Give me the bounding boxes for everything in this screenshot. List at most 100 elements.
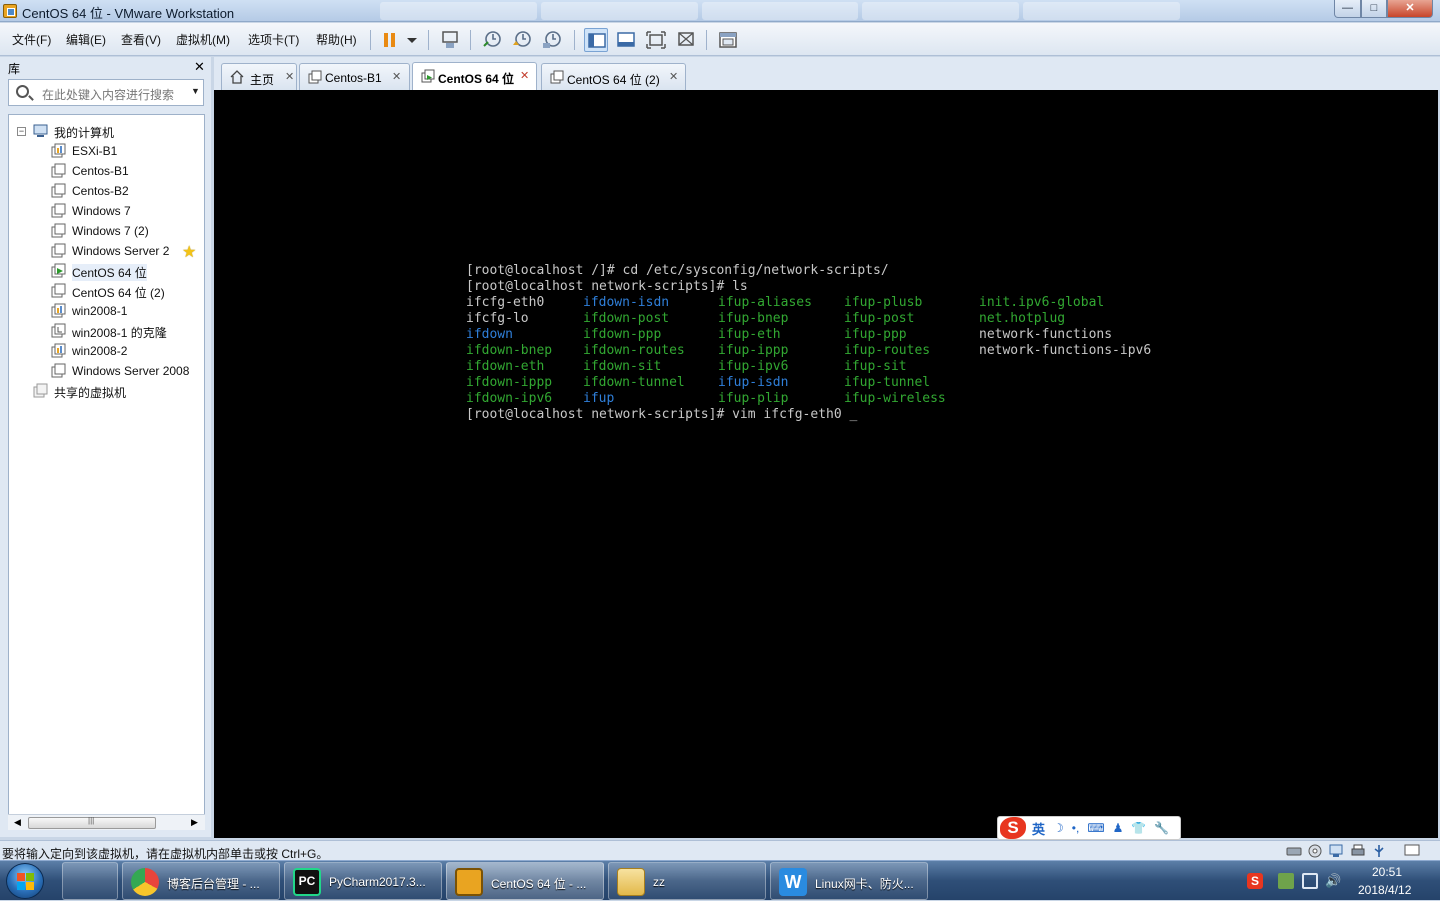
show-library-icon[interactable] [584,28,608,52]
tree-item[interactable]: Windows Server 2008 [9,361,204,381]
tab-close-icon[interactable]: ✕ [669,70,678,83]
network-tray-icon[interactable] [1302,873,1318,889]
close-button[interactable]: ✕ [1387,0,1433,18]
tree-item[interactable]: Centos-B2 [9,181,204,201]
taskbar-vmware[interactable]: CentOS 64 位 - ... [446,862,604,900]
menu-file[interactable]: 文件(F) [12,31,51,48]
dropdown-arrow-icon[interactable] [400,28,424,52]
menu-edit[interactable]: 编辑(E) [66,31,106,48]
vm-running-icon [51,263,66,278]
library-close-icon[interactable]: ✕ [194,59,205,75]
send-ctrl-alt-del-icon[interactable] [438,28,462,52]
hdd-icon[interactable] [1286,844,1302,858]
taskbar-word[interactable]: W Linux网卡、防火... [770,862,928,900]
ls-entry: ifup-ppp [844,327,907,342]
tree-item[interactable]: CentOS 64 位 [9,261,204,281]
computer-icon [33,123,48,138]
windows-logo-icon [17,873,34,890]
ls-entry: ifdown-ipv6 [466,391,553,406]
ls-entry: ifup-aliases [718,295,812,310]
menu-vm[interactable]: 虚拟机(M) [176,31,230,48]
scroll-left-icon[interactable]: ◀ [14,817,21,828]
tree-item[interactable]: win2008-1 的克隆 [9,321,204,341]
console-view-icon[interactable] [716,28,740,52]
tree-item[interactable]: win2008-1 [9,301,204,321]
tree-collapse-icon[interactable]: − [17,127,26,136]
tree-item[interactable]: − 我的计算机 [9,121,204,141]
ls-entry: ifup-wireless [844,391,946,406]
taskbar-pycharm[interactable]: PC PyCharm2017.3... [284,862,442,900]
ls-entry: ifdown-eth [466,359,545,374]
sogou-logo-icon[interactable]: S [1000,817,1026,839]
wrench-icon[interactable]: 🔧 [1154,821,1169,835]
clock-time[interactable]: 20:51 [1372,865,1402,879]
ls-row: ifcfg-eth0 ifdown-isdn ifup-aliases ifup-pl… [466,295,1266,311]
ls-entry: ifup-eth [718,327,781,342]
snapshot-icon[interactable] [480,28,504,52]
taskbar-folder[interactable]: zz [608,862,766,900]
tree-item[interactable]: CentOS 64 位 (2) [9,281,204,301]
tab-label: CentOS 64 位 (2) [567,73,660,87]
tree-item[interactable]: Windows Server 2 ★ [9,241,204,261]
favorite-star-icon[interactable]: ★ [182,242,196,262]
start-button[interactable] [6,863,44,899]
ime-language-toggle[interactable]: 英 [1032,819,1045,838]
pause-icon[interactable] [378,28,402,52]
tab-centos-64-2[interactable]: CentOS 64 位 (2) ✕ [541,63,686,90]
punctuation-icon[interactable]: •, [1072,821,1080,835]
tree-item[interactable]: 共享的虚拟机 [9,381,204,401]
tab-home[interactable]: 主页 ✕ [221,63,297,90]
ls-entry: ifup-routes [844,343,931,358]
tree-item-label: win2008-1 的克隆 [72,326,167,340]
esxi-icon [51,303,66,318]
tree-item[interactable]: Centos-B1 [9,161,204,181]
tree-item[interactable]: Windows 7 (2) [9,221,204,241]
skin-icon[interactable]: 👕 [1131,821,1146,835]
user-icon[interactable]: ♟ [1113,821,1124,835]
sogou-tray-icon[interactable]: S [1247,873,1263,889]
clock-date[interactable]: 2018/4/12 [1358,883,1411,897]
message-icon[interactable] [1404,844,1420,858]
taskbar-explorer-app[interactable] [62,862,118,900]
menu-tabs[interactable]: 选项卡(T) [248,31,299,48]
fullscreen-icon[interactable] [644,28,668,52]
cd-icon[interactable] [1307,844,1323,858]
quick-switch-icon[interactable] [614,28,638,52]
snapshot-manager-icon[interactable] [540,28,564,52]
library-search-input[interactable]: 在此处键入内容进行搜索 ▼ [8,79,204,106]
keyboard-icon[interactable]: ⌨ [1087,821,1104,835]
minimize-button[interactable]: — [1334,0,1361,18]
network-icon[interactable] [1328,844,1344,858]
tree-item[interactable]: ESXi-B1 [9,141,204,161]
maximize-button[interactable]: □ [1361,0,1387,18]
unity-icon[interactable] [674,28,698,52]
taskbar-label: CentOS 64 位 - ... [491,877,587,891]
menu-view[interactable]: 查看(V) [121,31,161,48]
scroll-right-icon[interactable]: ▶ [191,817,198,828]
vm-icon [51,243,66,258]
ls-entry: ifup-ippp [718,343,789,358]
library-horizontal-scrollbar[interactable]: ◀ ||| ▶ [8,814,205,830]
tab-close-icon[interactable]: ✕ [285,70,294,83]
usb-icon[interactable] [1371,844,1387,858]
vm-console-screen[interactable]: [root@localhost /]# cd /etc/sysconfig/ne… [214,90,1438,838]
revert-snapshot-icon[interactable] [510,28,534,52]
menu-help[interactable]: 帮助(H) [316,31,357,48]
taskbar-chrome[interactable]: 博客后台管理 - ... [122,862,280,900]
ime-toolbar[interactable]: S 英 ☽ •, ⌨ ♟ 👕 🔧 [997,816,1181,840]
tree-item[interactable]: Windows 7 [9,201,204,221]
printer-icon[interactable] [1350,844,1366,858]
tree-item[interactable]: win2008-2 [9,341,204,361]
ls-entry: ifcfg-lo [466,311,529,326]
tree-item-label: Centos-B2 [72,184,129,198]
vm-icon [550,70,564,84]
tab-centos-64[interactable]: CentOS 64 位 ✕ [412,62,537,90]
tab-close-icon[interactable]: ✕ [392,70,401,83]
ls-row: ifdown-bnep ifdown-routes ifup-ippp ifup-ro… [466,343,1266,359]
volume-icon[interactable]: 🔊 [1325,873,1341,889]
tab-close-icon[interactable]: ✕ [520,69,529,82]
tab-centos-b1[interactable]: Centos-B1 ✕ [299,63,410,90]
safely-remove-icon[interactable] [1278,873,1294,889]
chevron-down-icon[interactable]: ▼ [191,86,200,96]
moon-icon[interactable]: ☽ [1053,821,1064,835]
